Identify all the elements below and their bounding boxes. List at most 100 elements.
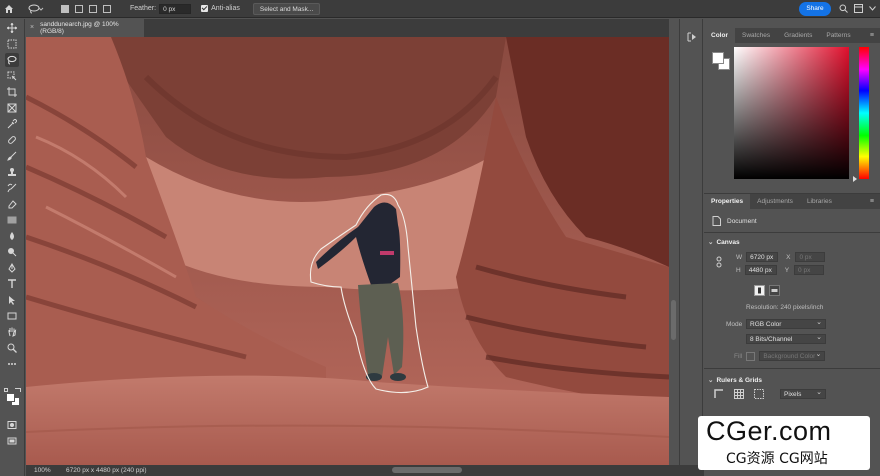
landscape-orientation-icon[interactable] — [769, 285, 780, 296]
hue-slider[interactable] — [859, 47, 869, 179]
vertical-scrollbar-thumb[interactable] — [671, 300, 676, 340]
ruler-icon[interactable] — [714, 389, 724, 399]
guides-icon[interactable] — [754, 389, 764, 399]
document-info[interactable]: 6720 px x 4480 px (240 ppi) — [56, 467, 147, 474]
select-and-mask-button[interactable]: Select and Mask... — [252, 2, 321, 15]
history-brush-tool-icon[interactable] — [5, 181, 19, 195]
home-icon[interactable] — [0, 0, 18, 18]
height-input[interactable]: 4480 px — [744, 265, 777, 275]
tab-swatches[interactable]: Swatches — [735, 28, 777, 43]
healing-brush-tool-icon[interactable] — [5, 133, 19, 147]
y-label: Y — [784, 266, 790, 274]
width-input[interactable]: 6720 px — [746, 252, 779, 262]
feather-input[interactable]: 0 px — [159, 3, 192, 14]
options-bar: Feather: 0 px Anti-alias Select and Mask… — [0, 0, 880, 18]
more-tools-icon[interactable] — [5, 357, 19, 371]
brush-tool-icon[interactable] — [5, 149, 19, 163]
foreground-color-swatch[interactable] — [6, 393, 15, 402]
eraser-tool-icon[interactable] — [5, 197, 19, 211]
width-label: W — [736, 253, 743, 261]
add-selection-icon[interactable] — [75, 4, 83, 13]
properties-panel-tabs: Properties Adjustments Libraries ≡ — [704, 194, 880, 209]
move-tool-icon[interactable] — [5, 21, 19, 35]
object-selection-tool-icon[interactable] — [5, 69, 19, 83]
tab-libraries[interactable]: Libraries — [800, 194, 839, 209]
tab-color[interactable]: Color — [704, 28, 735, 43]
document-icon — [712, 216, 721, 226]
workspace-menu-chevron-icon[interactable] — [867, 3, 878, 14]
grid-icon[interactable] — [734, 389, 744, 399]
link-dimensions-icon[interactable] — [716, 256, 722, 268]
lasso-tool-icon[interactable] — [5, 53, 19, 67]
resolution-row: Resolution: 240 pixels/inch — [746, 304, 823, 311]
hand-tool-icon[interactable] — [5, 325, 19, 339]
vertical-scroll-track[interactable] — [669, 37, 678, 465]
document-label: Document — [727, 217, 757, 225]
width-row: W 6720 px X 0 px — [736, 252, 826, 262]
color-foreground-swatch[interactable] — [712, 52, 724, 64]
screen-mode-icon[interactable] — [5, 434, 19, 448]
properties-panel-menu-icon[interactable]: ≡ — [870, 198, 874, 205]
bit-depth-dropdown[interactable]: 8 Bits/Channel — [746, 333, 826, 344]
type-tool-icon[interactable] — [5, 277, 19, 291]
anti-alias-group: Anti-alias — [201, 5, 243, 12]
workspace-icon[interactable] — [853, 3, 864, 14]
tab-adjustments[interactable]: Adjustments — [750, 194, 800, 209]
zoom-tool-icon[interactable] — [5, 341, 19, 355]
lasso-preset-picker[interactable] — [28, 4, 44, 14]
fill-swatch[interactable] — [746, 351, 756, 361]
clone-stamp-tool-icon[interactable] — [5, 165, 19, 179]
subtract-selection-icon[interactable] — [89, 4, 97, 13]
document-tab-title: sanddunearch.jpg @ 100% (RGB/8) — [40, 20, 119, 35]
photo-canyon-with-jumping-person — [26, 37, 669, 465]
history-panel-icon[interactable] — [686, 31, 698, 43]
mode-dropdown[interactable]: RGB Color — [746, 318, 826, 329]
quick-mask-icon[interactable] — [5, 418, 19, 432]
dodge-tool-icon[interactable] — [5, 245, 19, 259]
foreground-background-swatches[interactable] — [4, 388, 22, 406]
watermark-sub-text: CG资源 CG网站 — [726, 451, 828, 467]
photoshop-window: Feather: 0 px Anti-alias Select and Mask… — [0, 0, 880, 476]
fill-dropdown[interactable]: Background Color — [759, 350, 826, 361]
document-tab[interactable]: × sanddunearch.jpg @ 100% (RGB/8) — [26, 19, 144, 37]
tab-patterns[interactable]: Patterns — [819, 28, 857, 43]
anti-alias-checkbox[interactable] — [201, 5, 209, 12]
path-selection-tool-icon[interactable] — [5, 293, 19, 307]
document-canvas[interactable] — [26, 37, 669, 465]
x-label: X — [786, 253, 791, 261]
ruler-units-dropdown[interactable]: Pixels — [780, 388, 826, 399]
rulers-grids-row: Pixels — [714, 388, 826, 399]
horizontal-scrollbar-thumb[interactable] — [392, 467, 462, 473]
zoom-level[interactable]: 100% — [26, 467, 56, 474]
intersect-selection-icon[interactable] — [103, 4, 111, 13]
eyedropper-tool-icon[interactable] — [5, 117, 19, 131]
new-selection-icon[interactable] — [61, 4, 69, 13]
selection-mode-group — [58, 4, 114, 13]
frame-tool-icon[interactable] — [5, 101, 19, 115]
pen-tool-icon[interactable] — [5, 261, 19, 275]
saturation-brightness-field[interactable] — [734, 47, 849, 179]
tab-properties[interactable]: Properties — [704, 194, 751, 209]
close-document-icon[interactable]: × — [30, 24, 34, 31]
share-button[interactable]: Share — [799, 2, 831, 16]
rectangle-tool-icon[interactable] — [5, 309, 19, 323]
crop-tool-icon[interactable] — [5, 85, 19, 99]
gradient-tool-icon[interactable] — [5, 213, 19, 227]
fill-label: Fill — [734, 352, 743, 360]
y-input[interactable]: 0 px — [794, 265, 825, 275]
right-panels: Color Swatches Gradients Patterns ≡ Prop… — [704, 19, 880, 476]
rulers-grids-section-header[interactable]: Rulers & Grids — [708, 376, 762, 384]
collapsed-panel-strip — [679, 19, 703, 465]
blur-tool-icon[interactable] — [5, 229, 19, 243]
tab-gradients[interactable]: Gradients — [777, 28, 819, 43]
marquee-tool-icon[interactable] — [5, 37, 19, 51]
search-icon[interactable] — [838, 3, 849, 14]
default-colors-icon[interactable] — [4, 388, 8, 392]
hue-slider-caret-icon[interactable] — [853, 176, 857, 182]
x-input[interactable]: 0 px — [795, 252, 826, 262]
portrait-orientation-icon[interactable] — [754, 285, 765, 296]
resolution-text: Resolution: 240 pixels/inch — [746, 304, 824, 311]
color-panel-menu-icon[interactable]: ≡ — [870, 32, 874, 39]
swap-colors-icon[interactable] — [15, 388, 21, 392]
canvas-section-header[interactable]: Canvas — [708, 238, 739, 246]
